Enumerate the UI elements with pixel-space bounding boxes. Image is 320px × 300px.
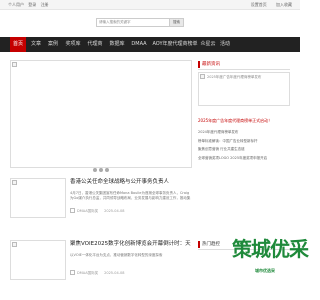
user-links: 个人用户 登录 注册 xyxy=(8,1,52,9)
sidebar-feature-image[interactable]: 2025年度广告年度代理商榜单发布 xyxy=(198,72,290,106)
carousel-dots xyxy=(93,157,111,172)
nav-item-articles[interactable]: 文章 xyxy=(29,37,43,52)
broken-image-icon xyxy=(12,242,17,247)
nav-item-aoy-ranking[interactable]: AOY年度代理商榜单 xyxy=(152,37,198,52)
carousel-dot[interactable] xyxy=(99,168,103,172)
login-link[interactable]: 登录 xyxy=(28,2,36,7)
user-label[interactable]: 个人用户 xyxy=(8,2,24,7)
section-marker xyxy=(198,61,200,68)
article-thumbnail[interactable] xyxy=(10,178,66,218)
watermark-text: 策城优采 xyxy=(232,237,309,261)
search-button[interactable]: 搜索 xyxy=(170,18,184,27)
article-summary: 以VOIE一体化平台为支点，推动营销数字化转型的深度探索 xyxy=(70,253,163,257)
sidebar-hot-title: 热门趋控 xyxy=(202,242,220,247)
sidebar-link[interactable]: 全球营销奖项LOGO 2025年度奖项申报开启 xyxy=(198,154,290,163)
sidebar-link-list: 2024年度代理商榜单发布 榜单标准解读：中国广告业转型新标杆 聚焦创意营销 行… xyxy=(198,128,290,162)
sidebar-link[interactable]: 2024年度代理商榜单发布 xyxy=(198,128,290,137)
article-title[interactable]: 香港公关任命全球战略与公开事务负责人 xyxy=(70,178,192,186)
article-source[interactable]: DMAA国际奖 xyxy=(77,271,98,275)
search-input[interactable]: 请输入搜索的关键字 xyxy=(96,18,170,27)
sidebar-news-title: 最新资讯 xyxy=(202,62,220,67)
nav-item-events[interactable]: 活动 xyxy=(218,37,232,52)
article-date: 2025-04-08 xyxy=(104,209,125,213)
article-summary: 4月7日，香港公关集团宣布任命Mona Boulle为首席全球事务负责人，Cra… xyxy=(70,191,191,200)
watermark-subtext: 城市优选采 xyxy=(255,268,275,273)
section-marker xyxy=(198,241,200,248)
source-icon xyxy=(70,208,75,213)
broken-image-icon xyxy=(12,180,17,185)
article-title[interactable]: 聚焦VOIE2025数字化创新博览会开幕倒计时：天 xyxy=(70,240,192,248)
article-thumbnail[interactable] xyxy=(10,240,66,280)
article-source[interactable]: DMAA国际奖 xyxy=(77,209,98,213)
main-nav: 首页 文章 案例 奖项库 代理商 数据库 DMAA AOY年度代理商榜单 众星云… xyxy=(0,37,300,52)
article-item[interactable]: 聚焦VOIE2025数字化创新博览会开幕倒计时：天 以VOIE一体化平台为支点，… xyxy=(10,240,192,284)
add-favorite-link[interactable]: 加入收藏 xyxy=(276,2,292,7)
featured-carousel[interactable] xyxy=(10,60,192,172)
set-homepage-link[interactable]: 设置首页 xyxy=(251,2,267,7)
article-meta: DMAA国际奖 2025-04-08 xyxy=(70,270,192,276)
broken-image-icon xyxy=(200,74,205,79)
carousel-dot[interactable] xyxy=(105,168,109,172)
carousel-dot[interactable] xyxy=(93,168,97,172)
register-link[interactable]: 注册 xyxy=(41,2,49,7)
nav-item-database[interactable]: 数据库 xyxy=(107,37,127,52)
sidebar-headline[interactable]: 2025年度广告年度代理商榜单正式启动！ xyxy=(198,118,290,124)
sidebar-link[interactable]: 榜单标准解读：中国广告业转型新标杆 xyxy=(198,137,290,146)
watermark-logo: 策城优采 城市优选采 xyxy=(232,232,309,298)
article-date: 2025-04-08 xyxy=(104,271,125,275)
sidebar-image-caption: 2025年度广告年度代理商榜单发布 xyxy=(207,75,262,79)
broken-image-icon xyxy=(12,62,17,67)
article-item[interactable]: 香港公关任命全球战略与公开事务负责人 4月7日，香港公关集团宣布任命Mona B… xyxy=(10,178,192,222)
nav-item-cases[interactable]: 案例 xyxy=(46,37,60,52)
nav-item-agencies[interactable]: 代理商 xyxy=(85,37,105,52)
sidebar-news-header: 最新资讯 xyxy=(198,60,290,70)
nav-item-zhongxingyun[interactable]: 众星云 xyxy=(200,37,216,52)
nav-item-dmaa[interactable]: DMAA xyxy=(130,37,148,52)
nav-item-home[interactable]: 首页 xyxy=(10,37,26,52)
top-utility-bar: 个人用户 登录 注册 设置首页 加入收藏 xyxy=(0,0,300,10)
source-icon xyxy=(70,270,75,275)
site-links: 设置首页 加入收藏 xyxy=(243,1,292,9)
article-meta: DMAA国际奖 2025-04-08 xyxy=(70,208,192,214)
nav-item-awards[interactable]: 奖项库 xyxy=(63,37,83,52)
sidebar-link[interactable]: 聚焦创意营销 行业共建生态链 xyxy=(198,145,290,154)
